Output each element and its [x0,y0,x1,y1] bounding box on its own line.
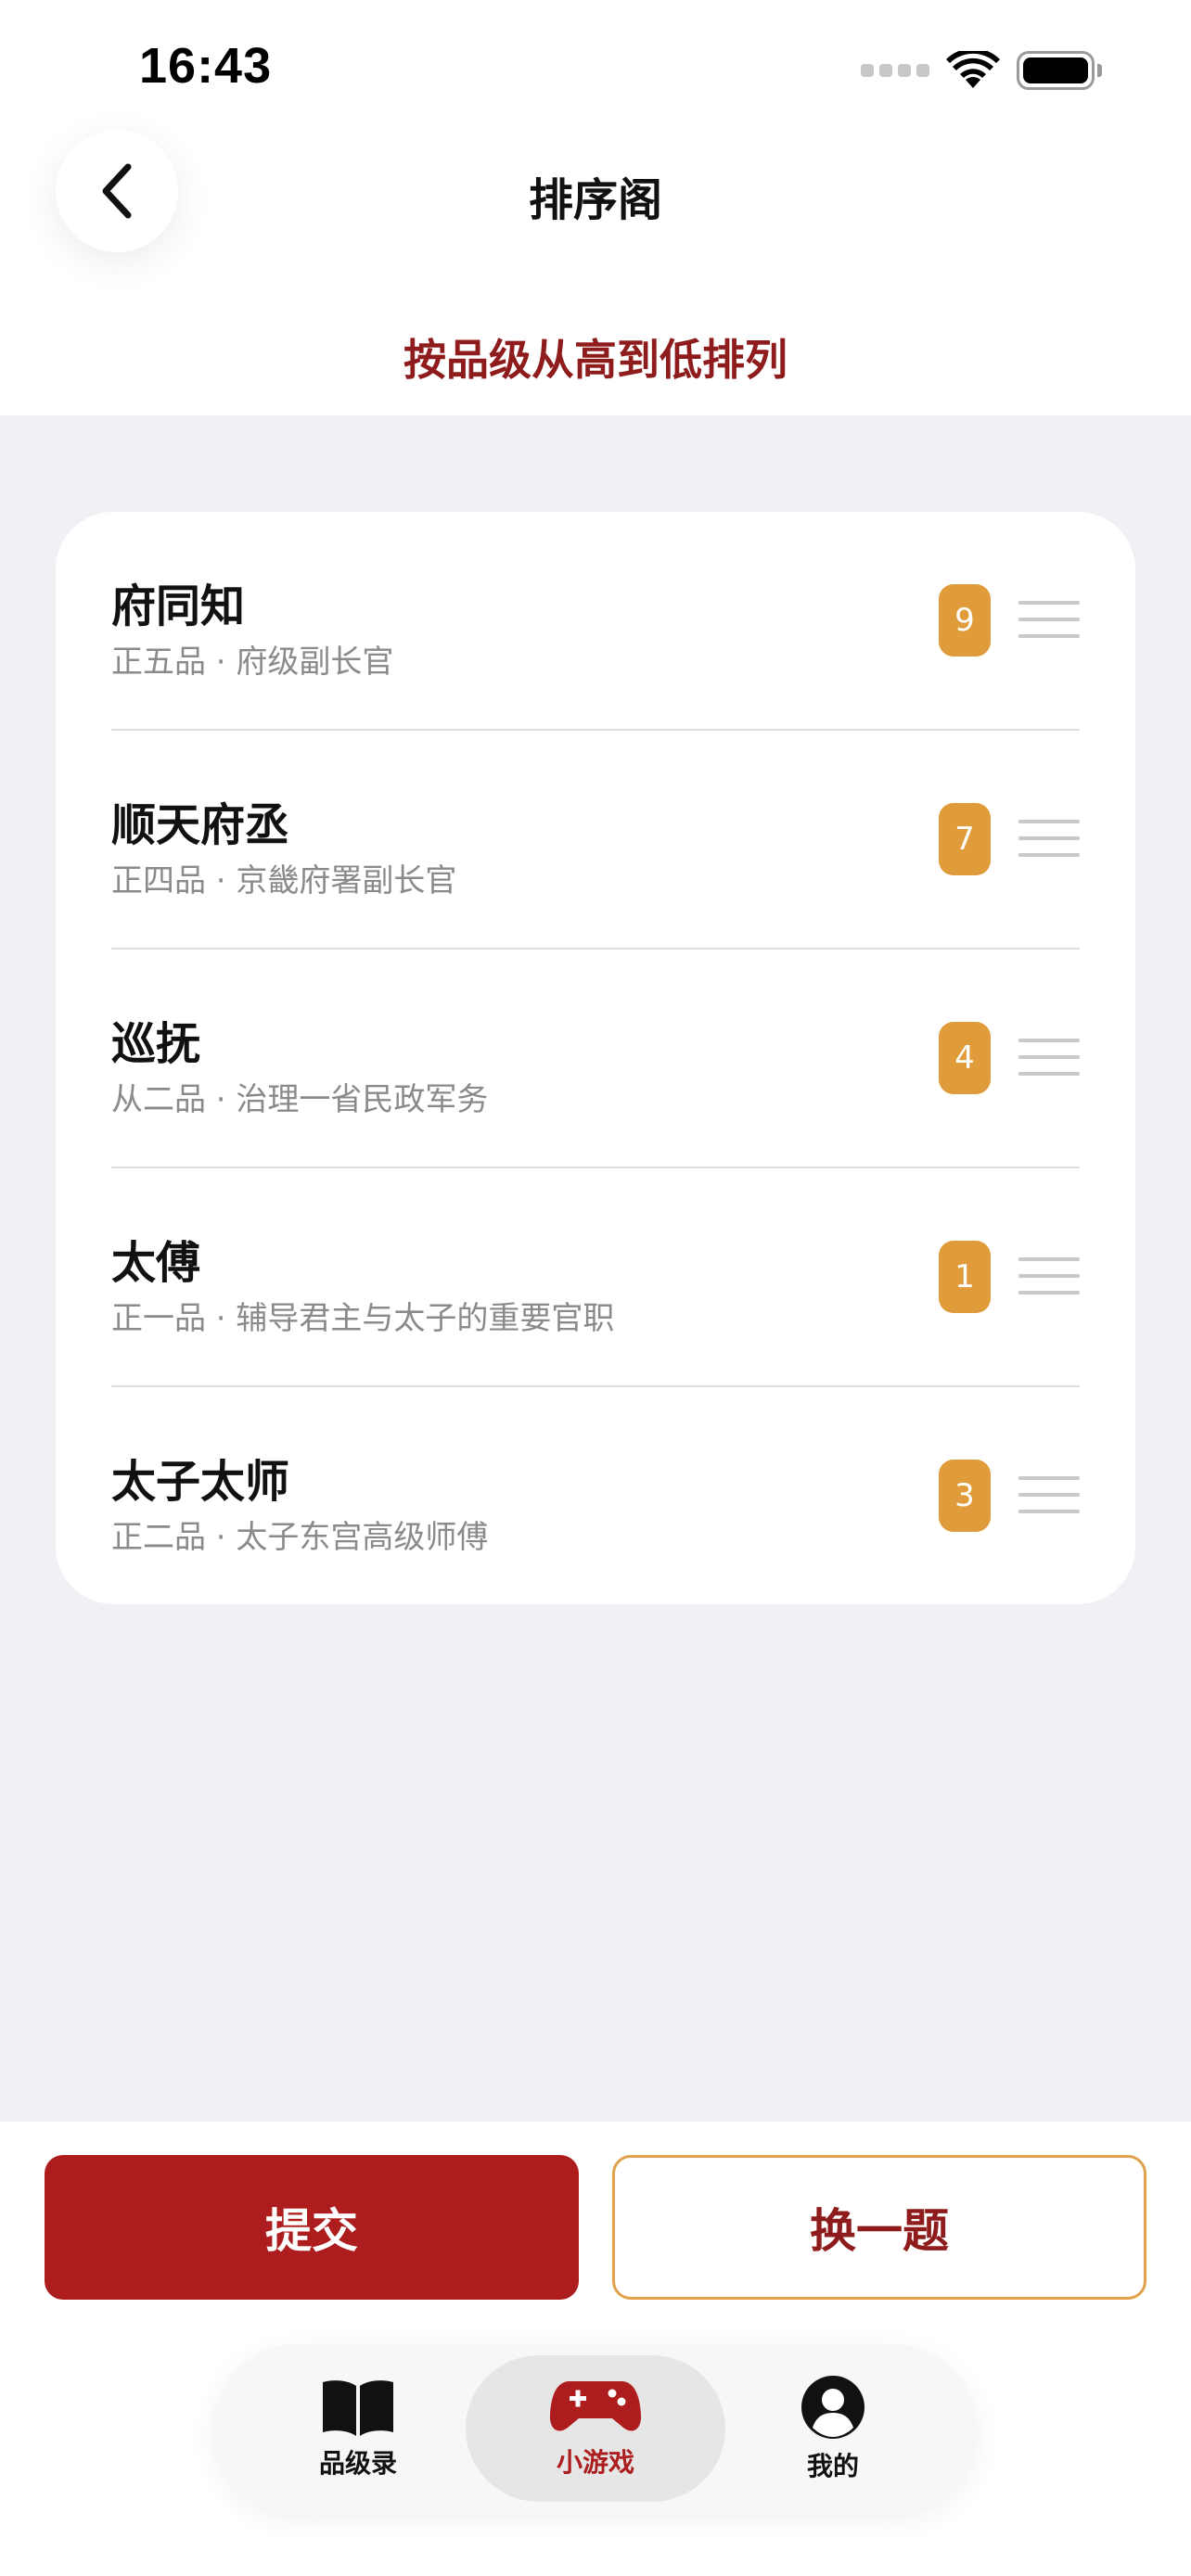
tab-label: 小游戏 [556,2447,634,2478]
tab-label: 品级录 [318,2448,397,2479]
tab-bar: 品级录 小游戏 我的 [213,2344,978,2513]
page-title: 排序阁 [528,174,662,226]
list-item[interactable]: 太傅 正一品 · 辅导君主与太子的重要官职 1 [111,1168,1080,1387]
item-title: 太傅 [111,1237,201,1289]
tab-mini-games[interactable]: 小游戏 [466,2355,725,2502]
gamepad-icon [549,2381,642,2431]
book-icon [323,2380,393,2436]
item-title: 太子太师 [111,1456,290,1508]
item-title: 巡抚 [111,1018,201,1070]
profile-icon [801,2376,864,2439]
battery-icon [1017,51,1102,90]
list-item[interactable]: 府同知 正五品 · 府级副长官 9 [111,512,1080,731]
list-item[interactable]: 巡抚 从二品 · 治理一省民政军务 4 [111,950,1080,1168]
order-badge: 7 [939,803,991,875]
tab-label: 我的 [806,2451,859,2481]
item-subtitle: 正一品 · 辅导君主与太子的重要官职 [111,1300,615,1337]
item-title: 顺天府丞 [111,799,290,851]
cellular-signal-icon [861,64,929,77]
order-badge: 3 [939,1460,991,1532]
item-subtitle: 正四品 · 京畿府署副长官 [111,862,457,899]
drag-handle-icon[interactable] [1018,1257,1080,1294]
status-time: 16:43 [139,38,273,94]
drag-handle-icon[interactable] [1018,820,1080,857]
wifi-icon [946,51,1000,90]
tab-profile[interactable]: 我的 [703,2355,963,2502]
order-badge: 1 [939,1241,991,1313]
list-item[interactable]: 顺天府丞 正四品 · 京畿府署副长官 7 [111,731,1080,950]
item-subtitle: 正五品 · 府级副长官 [111,644,394,681]
bottom-area: 提交 换一题 品级录 小游戏 我的 [0,2122,1191,2576]
sortable-list-card: 府同知 正五品 · 府级副长官 9 顺天府丞 正四品 · 京畿府署副长官 7 巡… [56,512,1135,1604]
drag-handle-icon[interactable] [1018,1476,1080,1513]
tab-rank-list[interactable]: 品级录 [228,2355,488,2502]
drag-handle-icon[interactable] [1018,1039,1080,1076]
status-indicators [861,46,1102,95]
item-subtitle: 从二品 · 治理一省民政军务 [111,1081,489,1118]
item-subtitle: 正二品 · 太子东宫高级师傅 [111,1519,489,1556]
list-item[interactable]: 太子太师 正二品 · 太子东宫高级师傅 3 [111,1387,1080,1606]
page: 16:43 排序阁 按品级从高到低排列 府同知 正五品 · 府级副长官 9 顺天… [0,0,1191,2576]
order-badge: 4 [939,1022,991,1094]
submit-button[interactable]: 提交 [45,2155,579,2300]
next-question-button[interactable]: 换一题 [612,2155,1146,2300]
top-area: 16:43 排序阁 按品级从高到低排列 [0,0,1191,415]
drag-handle-icon[interactable] [1018,601,1080,638]
instruction-text: 按品级从高到低排列 [403,335,788,385]
item-title: 府同知 [111,580,246,632]
order-badge: 9 [939,584,991,657]
